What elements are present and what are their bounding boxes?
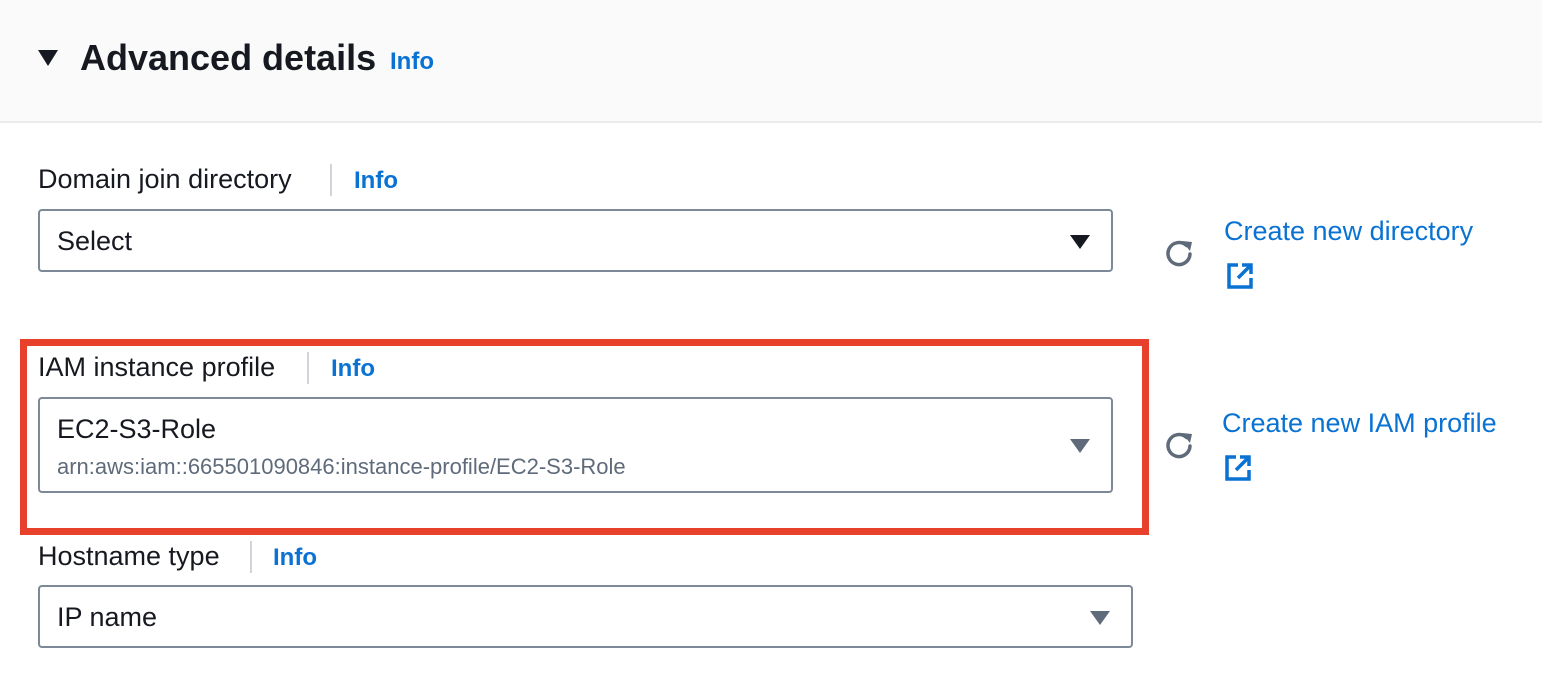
create-iam-profile-link[interactable]: Create new IAM profile: [1222, 406, 1497, 440]
hostname-type-label: Hostname type: [38, 541, 220, 571]
refresh-directory-icon[interactable]: [1161, 236, 1197, 272]
header-info-link[interactable]: Info: [390, 48, 434, 76]
label-divider: [307, 352, 309, 384]
section-header: Advanced details Info: [0, 0, 1542, 123]
create-directory-link[interactable]: Create new directory: [1224, 214, 1473, 248]
expand-toggle-icon[interactable]: [36, 46, 60, 70]
external-link-icon[interactable]: [1225, 261, 1255, 291]
domain-join-value: Select: [57, 226, 133, 256]
advanced-details-panel: Advanced details Info Domain join direct…: [0, 0, 1542, 676]
refresh-iam-profile-icon[interactable]: [1161, 428, 1197, 464]
domain-join-label: Domain join directory: [38, 164, 292, 194]
caret-down-icon: [1089, 610, 1111, 626]
caret-down-icon: [1069, 438, 1091, 454]
iam-profile-label: IAM instance profile: [38, 352, 276, 382]
label-divider: [330, 164, 332, 196]
hostname-type-select[interactable]: IP name: [38, 585, 1133, 648]
external-link-icon[interactable]: [1223, 453, 1253, 483]
label-divider: [250, 541, 252, 573]
domain-join-info-link[interactable]: Info: [354, 166, 398, 196]
caret-down-icon: [1069, 234, 1091, 250]
iam-profile-value: EC2-S3-Role: [57, 414, 217, 444]
hostname-type-value: IP name: [57, 602, 158, 632]
iam-profile-arn: arn:aws:iam::665501090846:instance-profi…: [57, 454, 626, 479]
iam-profile-info-link[interactable]: Info: [331, 354, 375, 384]
section-title[interactable]: Advanced details: [80, 36, 376, 80]
hostname-type-info-link[interactable]: Info: [273, 543, 317, 573]
iam-profile-select[interactable]: EC2-S3-Role arn:aws:iam::665501090846:in…: [38, 397, 1113, 493]
domain-join-select[interactable]: Select: [38, 209, 1113, 272]
